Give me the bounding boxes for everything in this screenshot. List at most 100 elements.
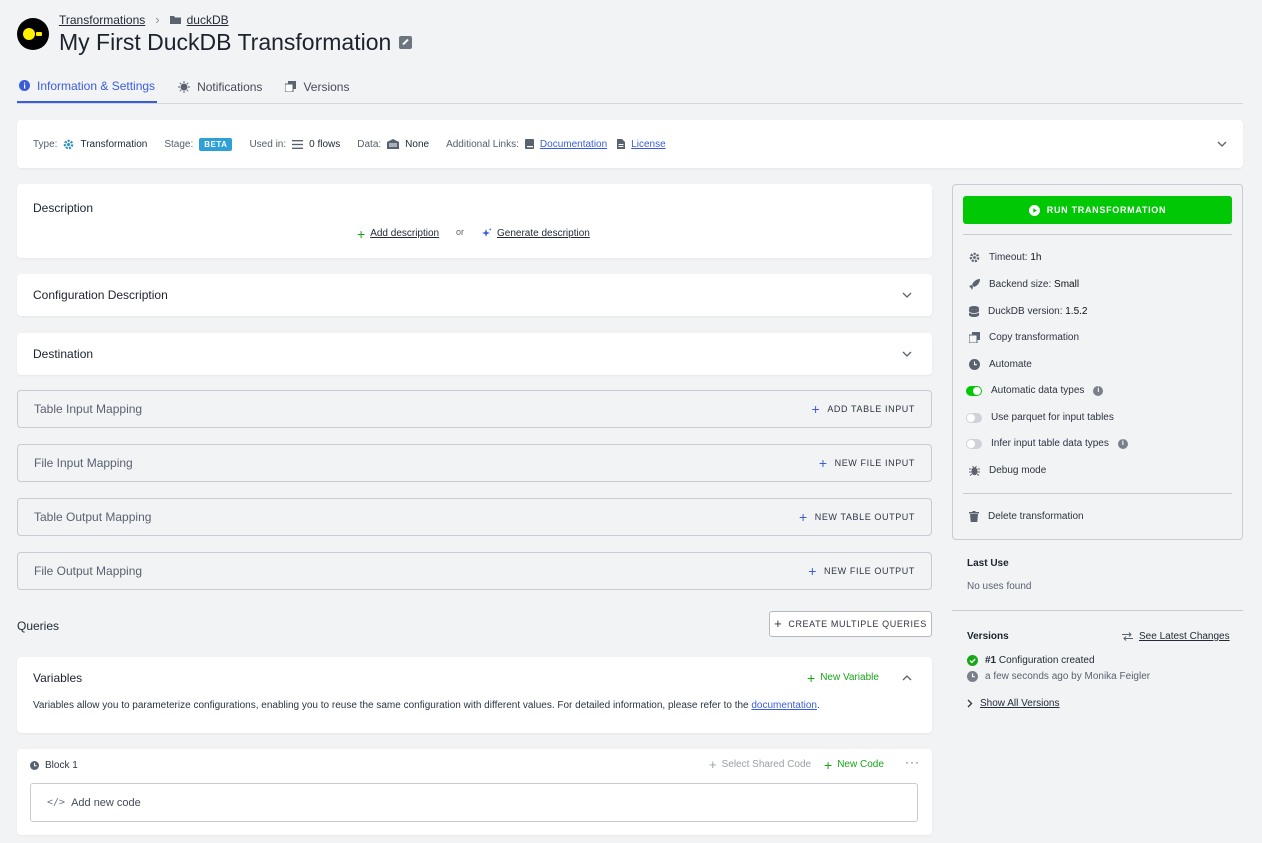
breadcrumb: Transformations › duckDB [59, 12, 229, 27]
actions-sidebar: RUN TRANSFORMATION Timeout: 1h Backend s… [952, 184, 1243, 540]
license-link[interactable]: License [631, 139, 665, 150]
divider [963, 234, 1232, 235]
add-table-input-button[interactable]: + ADD TABLE INPUT [811, 401, 915, 417]
generate-description-button[interactable]: Generate description [481, 228, 590, 239]
destination-card[interactable]: Destination [17, 333, 932, 375]
chevron-down-icon[interactable] [902, 351, 912, 357]
variables-documentation-link[interactable]: documentation [751, 700, 817, 711]
automatic-data-types-setting: Automatic data types i [966, 385, 1104, 396]
links-info: Additional Links: Documentation License [446, 139, 666, 150]
timeout-value: 1h [1030, 252, 1042, 263]
info-icon[interactable]: i [1117, 438, 1128, 449]
stage-label: Stage: [164, 138, 194, 150]
tab-information-settings[interactable]: Information & Settings [17, 70, 158, 103]
debug-mode-button[interactable]: Debug mode [969, 465, 1046, 476]
mapping-action-label: ADD TABLE INPUT [827, 404, 915, 414]
table-output-mapping: Table Output Mapping + NEW TABLE OUTPUT [17, 498, 932, 536]
description-card: Description + Add description or Generat… [17, 184, 932, 258]
page-title-text: My First DuckDB Transformation [59, 29, 392, 55]
create-multiple-queries-label: CREATE MULTIPLE QUERIES [788, 619, 927, 629]
delete-transformation-button[interactable]: Delete transformation [969, 511, 1084, 522]
block-title[interactable]: Block 1 [45, 760, 78, 771]
duckdb-version-setting[interactable]: DuckDB version: 1.5.2 [969, 306, 1088, 317]
add-new-code-label: Add new code [71, 796, 141, 809]
bell-icon [178, 80, 191, 93]
tab-versions[interactable]: Versions [283, 70, 351, 103]
tab-label: Notifications [197, 79, 263, 94]
configuration-description-card[interactable]: Configuration Description [17, 274, 932, 316]
chevron-down-icon[interactable] [1217, 141, 1227, 147]
chevron-down-icon[interactable] [902, 292, 912, 298]
type-value: Transformation [80, 138, 148, 150]
automatic-data-types-toggle[interactable] [966, 385, 982, 396]
edit-icon[interactable] [399, 36, 413, 49]
mapping-action-label: NEW FILE INPUT [834, 458, 915, 468]
new-file-output-button[interactable]: + NEW FILE OUTPUT [808, 564, 915, 578]
info-icon[interactable]: i [1093, 385, 1104, 396]
new-variable-label: New Variable [820, 672, 879, 683]
plus-icon: + [807, 669, 816, 686]
info-icon [19, 80, 30, 91]
new-file-input-button[interactable]: + NEW FILE INPUT [819, 456, 915, 470]
chevron-up-icon[interactable] [902, 675, 912, 681]
show-all-versions-button[interactable]: Show All Versions [967, 698, 1060, 709]
plus-icon: + [824, 756, 833, 773]
see-latest-changes-button[interactable]: See Latest Changes [1122, 631, 1230, 642]
backend-label: Backend size: [989, 279, 1052, 290]
new-code-label: New Code [837, 759, 884, 770]
select-shared-code-button[interactable]: + Select Shared Code [709, 756, 811, 772]
version-text: Configuration created [998, 655, 1095, 666]
create-multiple-queries-button[interactable]: + CREATE MULTIPLE QUERIES [769, 611, 932, 637]
version-number: #1 [985, 655, 997, 666]
automate-button[interactable]: Automate [969, 359, 1032, 370]
check-circle-icon [967, 655, 978, 666]
configuration-description-title: Configuration Description [33, 288, 168, 302]
table-input-mapping: Table Input Mapping + ADD TABLE INPUT [17, 390, 932, 428]
version-entry[interactable]: #1 Configuration created [967, 655, 1095, 666]
clock-icon [967, 671, 978, 682]
timeout-label: Timeout: [989, 252, 1028, 263]
backend-size-setting[interactable]: Backend size: Small [969, 279, 1079, 290]
parquet-label: Use parquet for input tables [991, 412, 1114, 423]
file-icon [617, 139, 626, 149]
variables-help-text: Variables allow you to parameterize conf… [33, 700, 820, 711]
breadcrumb-transformations[interactable]: Transformations [59, 13, 145, 27]
variables-text: Variables allow you to parameterize conf… [33, 700, 752, 711]
tab-label: Versions [303, 79, 350, 94]
infer-types-setting: Infer input table data types i [966, 438, 1128, 449]
add-description-button[interactable]: + Add description [357, 227, 439, 241]
plus-icon: + [709, 756, 717, 772]
infer-types-toggle[interactable] [966, 438, 982, 449]
automate-label: Automate [989, 359, 1032, 370]
mapping-action-label: NEW TABLE OUTPUT [814, 512, 915, 522]
documentation-link[interactable]: Documentation [540, 139, 607, 150]
copy-transformation-button[interactable]: Copy transformation [969, 332, 1079, 343]
chevron-right-icon [967, 699, 973, 708]
new-code-button[interactable]: + New Code [824, 756, 884, 773]
copy-icon [969, 332, 980, 343]
block-header: Block 1 [30, 760, 78, 771]
mapping-label: File Output Mapping [34, 564, 143, 578]
new-table-output-button[interactable]: + NEW TABLE OUTPUT [798, 509, 915, 525]
add-new-code-button[interactable]: </> Add new code [30, 783, 918, 822]
plus-icon: + [774, 616, 783, 631]
plus-icon: + [811, 401, 821, 417]
bug-icon [969, 465, 980, 476]
show-all-versions-label: Show All Versions [980, 698, 1060, 709]
breadcrumb-folder[interactable]: duckDB [187, 13, 229, 27]
variables-title: Variables [33, 671, 83, 685]
more-options-icon[interactable]: ··· [905, 755, 920, 769]
debug-mode-label: Debug mode [989, 465, 1047, 476]
parquet-setting: Use parquet for input tables [966, 412, 1114, 423]
parquet-toggle[interactable] [966, 412, 982, 423]
infer-types-label: Infer input table data types [991, 438, 1109, 449]
used-value[interactable]: 0 flows [309, 139, 340, 150]
info-bar: Type: Transformation Stage: BETA Used in… [17, 120, 1243, 168]
plus-icon: + [798, 509, 808, 525]
run-transformation-button[interactable]: RUN TRANSFORMATION [963, 196, 1232, 224]
timeout-setting[interactable]: Timeout: 1h [969, 252, 1041, 263]
destination-title: Destination [33, 347, 94, 361]
folder-icon [169, 16, 181, 24]
tab-notifications[interactable]: Notifications [176, 70, 264, 103]
new-variable-button[interactable]: + New Variable [807, 669, 879, 686]
